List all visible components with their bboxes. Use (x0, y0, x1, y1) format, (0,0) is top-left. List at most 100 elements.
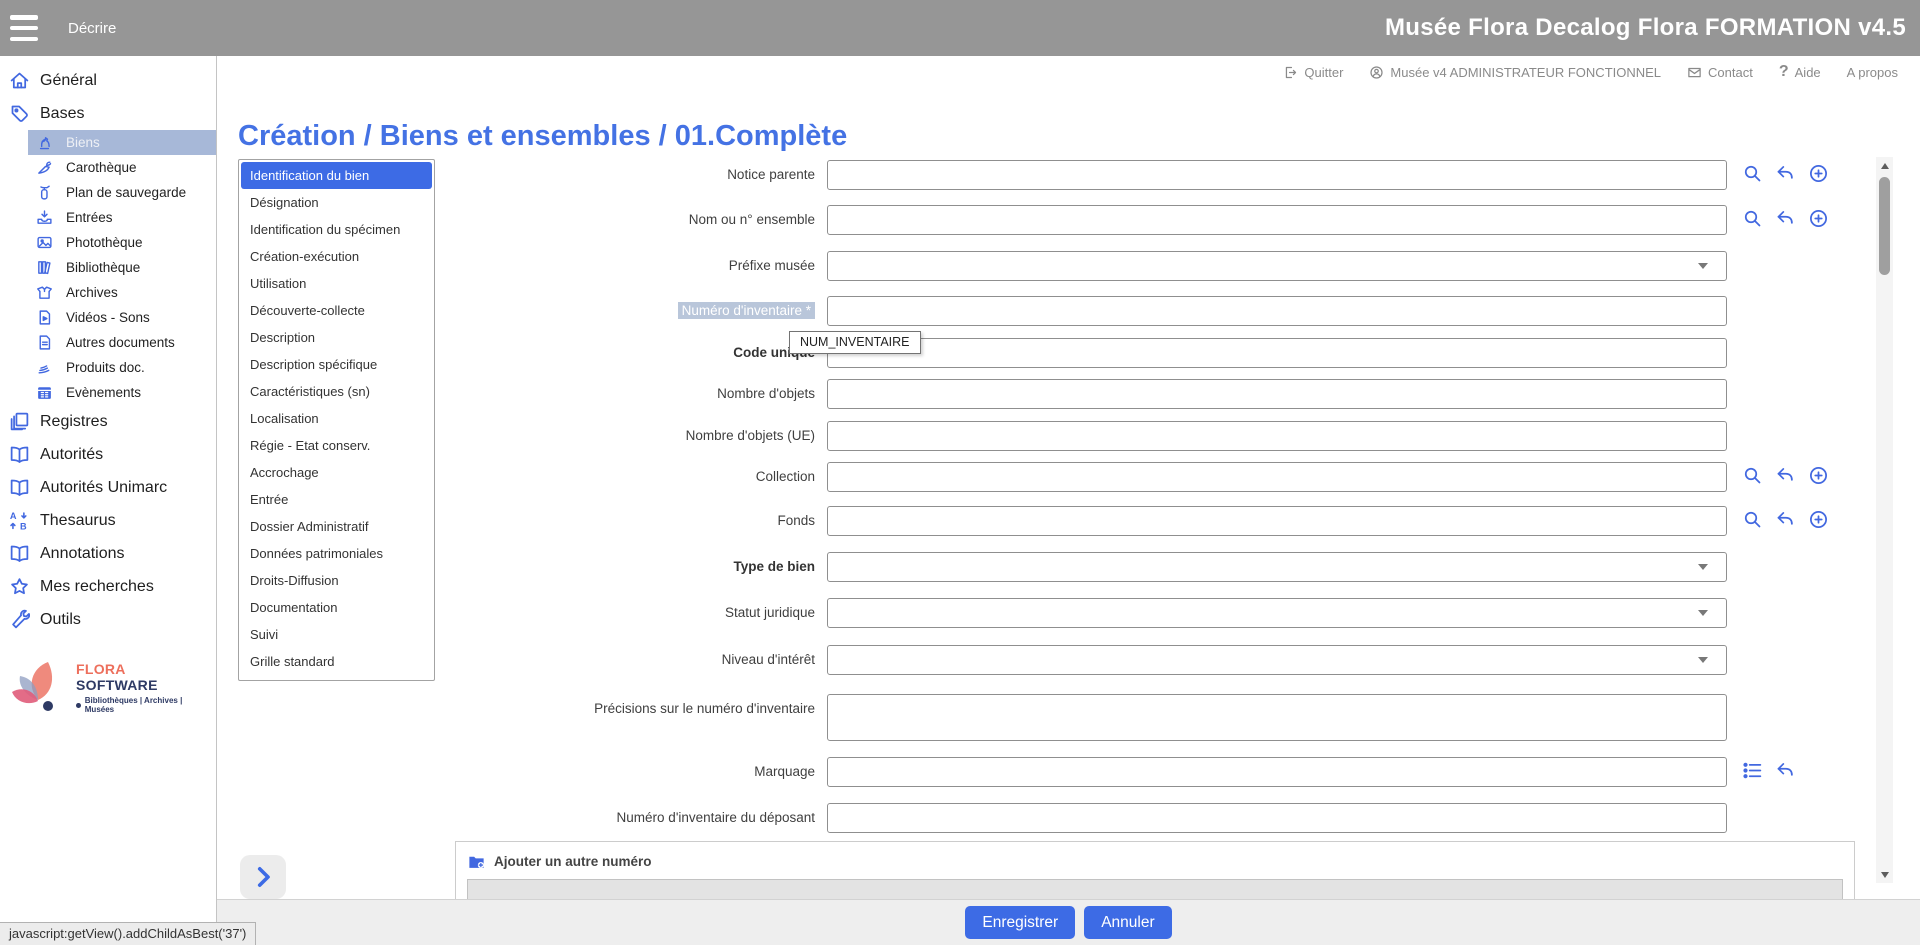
add-number-row-placeholder (467, 879, 1843, 900)
module-label: Décrire (68, 19, 117, 37)
form-field-row: Numéro d'inventaire * (0, 296, 1860, 326)
add-number-header[interactable]: Ajouter un autre numéro (456, 842, 1854, 871)
select-statut-juridique[interactable] (827, 598, 1727, 628)
field-label-type-de-bien: Type de bien (733, 559, 815, 574)
input-marquage[interactable] (827, 757, 1727, 787)
undo-icon[interactable] (1775, 465, 1796, 486)
form-field-row: Notice parente (0, 160, 1860, 190)
select-niveau-d-interet[interactable] (827, 645, 1727, 675)
undo-icon[interactable] (1775, 163, 1796, 184)
undo-icon[interactable] (1775, 208, 1796, 229)
form-field-row: Précisions sur le numéro d'inventaire (0, 694, 1860, 741)
form-field-row: Fonds (0, 506, 1860, 536)
scrollbar-thumb[interactable] (1879, 177, 1890, 275)
undo-icon[interactable] (1775, 509, 1796, 530)
field-label-nombre-d-objets-ue: Nombre d'objets (UE) (685, 428, 815, 443)
header-link-contact[interactable]: Contact (1687, 65, 1753, 80)
plus-circle-icon[interactable] (1808, 509, 1829, 530)
app-window: Décrire Musée Flora Decalog Flora FORMAT… (0, 0, 1920, 945)
add-number-label: Ajouter un autre numéro (494, 854, 652, 869)
header-link-quitter[interactable]: Quitter (1283, 65, 1343, 80)
scrollbar-down-arrow-icon[interactable] (1876, 866, 1893, 883)
field-label-numero-d-inventaire-du-deposant: Numéro d'inventaire du déposant (616, 810, 815, 825)
header-link-label: Quitter (1304, 64, 1344, 80)
field-label-collection: Collection (755, 469, 815, 484)
field-label-fonds: Fonds (777, 513, 815, 528)
header-link-label: A propos (1846, 64, 1898, 80)
select-type-de-bien[interactable] (827, 552, 1727, 582)
form-field-row: Nombre d'objets (0, 379, 1860, 409)
form-field-row: Marquage (0, 757, 1860, 787)
field-action-icons (1742, 465, 1829, 486)
chevron-right-icon (250, 864, 276, 890)
vertical-scrollbar[interactable] (1876, 157, 1893, 883)
hamburger-menu-icon[interactable] (10, 15, 38, 41)
header-link-musee-v4-administrateur-fonctionnel[interactable]: Musée v4 ADMINISTRATEUR FONCTIONNEL (1369, 65, 1661, 80)
field-action-icons (1742, 760, 1796, 781)
sidebar-item-bases[interactable]: Bases (0, 97, 216, 130)
form-field-row: Nombre d'objets (UE) (0, 421, 1860, 451)
input-nom-ou-n-ensemble[interactable] (827, 205, 1727, 235)
list-icon[interactable] (1742, 760, 1763, 781)
page-title: Création / Biens et ensembles / 01.Compl… (238, 120, 848, 153)
app-title: Musée Flora Decalog Flora FORMATION v4.5 (1385, 14, 1906, 41)
sidebar-item-general[interactable]: Général (0, 64, 216, 97)
field-label-numero-d-inventaire: Numéro d'inventaire * (420, 296, 815, 326)
field-label-nom-ou-n-ensemble: Nom ou n° ensemble (688, 212, 815, 227)
field-label-code-unique: Code unique (733, 345, 815, 360)
field-label-statut-juridique: Statut juridique (724, 605, 815, 620)
input-nombre-d-objets-ue[interactable] (827, 421, 1727, 451)
photo-icon (36, 234, 53, 251)
cancel-button[interactable]: Annuler (1084, 906, 1172, 939)
input-collection[interactable] (827, 462, 1727, 492)
top-header-bar: Décrire Musée Flora Decalog Flora FORMAT… (0, 0, 1920, 56)
input-code-unique[interactable] (827, 338, 1727, 368)
select-prefixe-musee[interactable] (827, 251, 1727, 281)
input-notice-parente[interactable] (827, 160, 1727, 190)
logo-brand-secondary: SOFTWARE (76, 677, 158, 693)
plus-circle-icon[interactable] (1808, 163, 1829, 184)
field-label-precisions-sur-le-numero-d-inventaire: Précisions sur le numéro d'inventaire (594, 701, 815, 716)
field-label-prefixe-musee: Préfixe musée (728, 258, 815, 273)
field-label-marquage: Marquage (754, 764, 815, 779)
add-number-section: Ajouter un autre numéro (455, 841, 1855, 900)
form-field-row: Préfixe musée (0, 251, 1860, 281)
home-icon (9, 70, 30, 91)
bottom-action-bar: Enregistrer Annuler (217, 899, 1920, 945)
plus-circle-icon[interactable] (1808, 465, 1829, 486)
form-field-row: Type de bien (0, 552, 1860, 582)
input-numero-d-inventaire[interactable] (827, 296, 1727, 326)
sidebar-item-label: Bases (40, 104, 85, 122)
sidebar-item-biens[interactable]: Biens (28, 130, 216, 155)
undo-icon[interactable] (1775, 760, 1796, 781)
search-icon[interactable] (1742, 163, 1763, 184)
sidebar-item-label: Photothèque (66, 235, 143, 250)
header-link-a-propos[interactable]: A propos (1847, 65, 1898, 80)
field-action-icons (1742, 509, 1829, 530)
field-label-notice-parente: Notice parente (727, 167, 815, 182)
field-label-nombre-d-objets: Nombre d'objets (717, 386, 815, 401)
plus-circle-icon[interactable] (1808, 208, 1829, 229)
search-icon[interactable] (1742, 208, 1763, 229)
scrollbar-up-arrow-icon[interactable] (1876, 157, 1893, 174)
search-icon[interactable] (1742, 509, 1763, 530)
chess-knight-icon (36, 134, 53, 151)
input-numero-d-inventaire-du-deposant[interactable] (827, 803, 1727, 833)
form-field-row: Numéro d'inventaire du déposant (0, 803, 1860, 833)
input-fonds[interactable] (827, 506, 1727, 536)
next-section-button[interactable] (240, 855, 286, 899)
search-icon[interactable] (1742, 465, 1763, 486)
header-link-aide[interactable]: ? Aide (1779, 63, 1821, 81)
form-field-row: Nom ou n° ensemble (0, 205, 1860, 235)
help-icon: ? (1778, 63, 1789, 80)
sidebar-item-label: Général (40, 71, 97, 89)
field-action-icons (1742, 163, 1829, 184)
input-precisions-sur-le-numero-d-inventaire[interactable] (827, 694, 1727, 741)
input-nombre-d-objets[interactable] (827, 379, 1727, 409)
header-link-label: Musée v4 ADMINISTRATEUR FONCTIONNEL (1390, 64, 1662, 80)
folder-plus-icon (467, 852, 486, 871)
user-icon (1369, 65, 1384, 80)
field-label-niveau-d-interet: Niveau d'intérêt (721, 652, 815, 667)
header-link-label: Contact (1708, 64, 1753, 80)
save-button[interactable]: Enregistrer (965, 906, 1076, 939)
